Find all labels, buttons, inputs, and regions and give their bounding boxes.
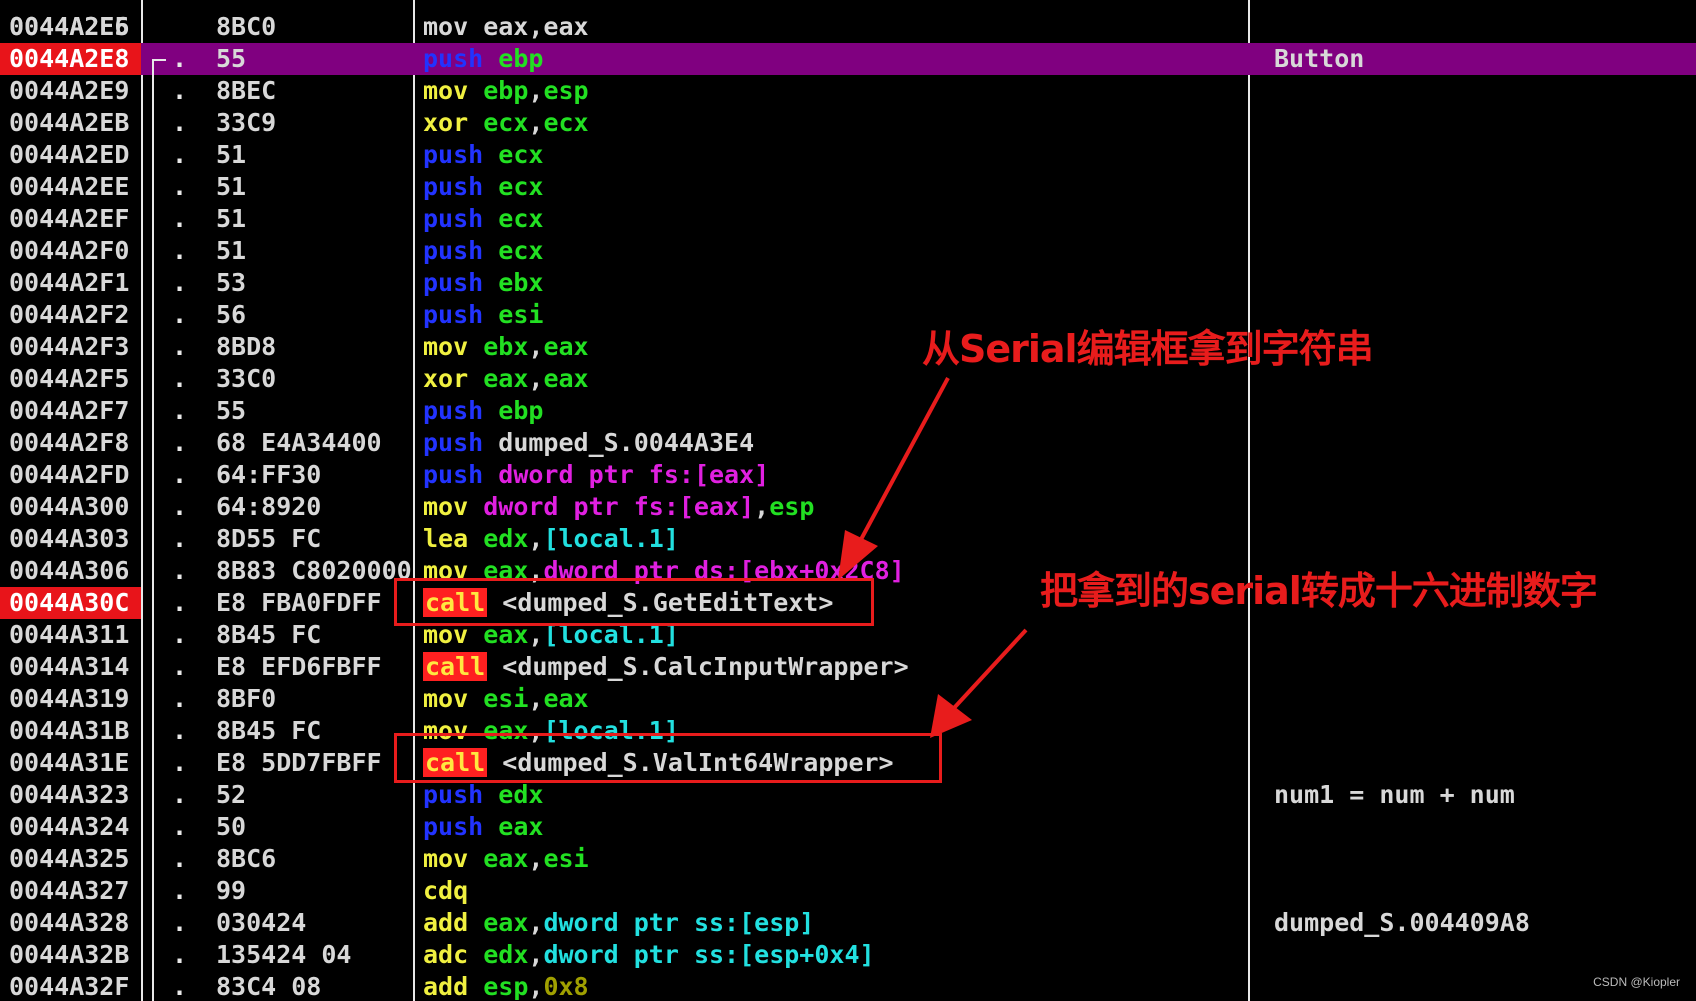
annotation-arrows: [838, 377, 1028, 738]
callout-convert-hex: 把拿到的serial转成十六进制数字: [1040, 569, 1598, 613]
callout-get-serial: 从Serial编辑框拿到字符串: [922, 327, 1374, 371]
arrow-2: [930, 628, 1028, 738]
arrow-1: [838, 377, 950, 580]
disassembly-view: 0044A2E5 90 0044A2E68BC0mov eax,eax0044A…: [0, 0, 1696, 1001]
watermark: CSDN @Kiopler: [1593, 975, 1680, 989]
